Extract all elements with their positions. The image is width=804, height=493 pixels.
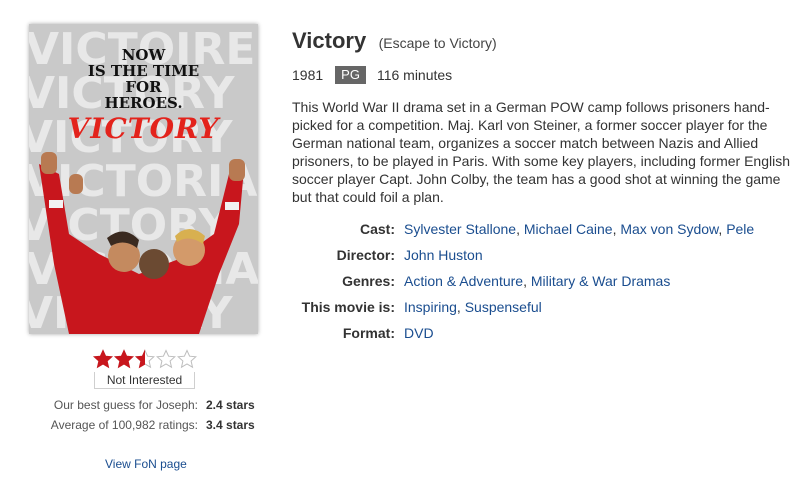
title-row: Victory (Escape to Victory) — [292, 28, 497, 54]
mpaa-rating-badge: PG — [335, 66, 366, 84]
format-list: DVD — [404, 324, 434, 350]
director-list: John Huston — [404, 246, 483, 272]
best-guess-value: 2.4 stars — [206, 398, 255, 412]
cast-link[interactable]: Sylvester Stallone — [404, 221, 516, 237]
runtime: 116 minutes — [376, 67, 453, 83]
meta-row: 1981 PG 116 minutes — [292, 66, 452, 84]
director-row: Director: John Huston — [292, 246, 754, 272]
alternate-title: (Escape to Victory) — [378, 35, 497, 51]
format-label: Format: — [342, 325, 395, 341]
list-separator: , — [516, 221, 524, 237]
cast-link[interactable]: Pele — [726, 221, 754, 237]
star-rating[interactable] — [93, 349, 197, 369]
cast-list: Sylvester Stallone, Michael Caine, Max v… — [404, 220, 754, 246]
average-rating-value: 3.4 stars — [206, 418, 255, 432]
cast-link[interactable]: Max von Sydow — [620, 221, 718, 237]
cast-label: Cast: — [359, 221, 395, 237]
movie-poster[interactable]: VICTOIRE VICTORY VICTORY VICTORIA VICTOR… — [29, 24, 258, 334]
star-icon[interactable] — [114, 349, 134, 369]
genres-list: Action & Adventure, Military & War Drama… — [404, 272, 670, 298]
mood-row: This movie is: Inspiring, Suspenseful — [292, 298, 754, 324]
poster-title: VICTORY — [67, 112, 220, 145]
mood-list: Inspiring, Suspenseful — [404, 298, 542, 324]
mood-link[interactable]: Inspiring — [404, 299, 457, 315]
cast-row: Cast: Sylvester Stallone, Michael Caine,… — [292, 220, 754, 246]
cast-link[interactable]: Michael Caine — [524, 221, 613, 237]
star-icon[interactable] — [93, 349, 113, 369]
genre-link[interactable]: Action & Adventure — [404, 273, 523, 289]
view-fon-page-link[interactable]: View FoN page — [105, 457, 187, 471]
mood-link[interactable]: Suspenseful — [465, 299, 542, 315]
average-rating-label: Average of 100,982 ratings: — [50, 418, 198, 432]
list-separator: , — [456, 299, 465, 315]
synopsis: This World War II drama set in a German … — [292, 99, 790, 205]
genres-label: Genres: — [342, 273, 395, 289]
genres-row: Genres: Action & Adventure, Military & W… — [292, 272, 754, 298]
movie-title: Victory — [292, 28, 367, 53]
genre-link[interactable]: Military & War Dramas — [531, 273, 671, 289]
star-icon[interactable] — [135, 349, 155, 369]
format-link[interactable]: DVD — [404, 325, 434, 341]
best-guess-label: Our best guess for Joseph: — [53, 398, 198, 412]
mood-label: This movie is: — [301, 299, 395, 315]
star-icon[interactable] — [156, 349, 176, 369]
not-interested-button[interactable]: Not Interested — [94, 372, 195, 389]
list-separator: , — [523, 273, 531, 289]
poster-tagline: HEROES. — [104, 94, 183, 112]
format-row: Format: DVD — [292, 324, 754, 350]
director-link[interactable]: John Huston — [404, 247, 483, 263]
movie-details: Cast: Sylvester Stallone, Michael Caine,… — [292, 220, 755, 350]
release-year: 1981 — [292, 67, 324, 83]
star-icon[interactable] — [177, 349, 197, 369]
director-label: Director: — [336, 247, 395, 263]
